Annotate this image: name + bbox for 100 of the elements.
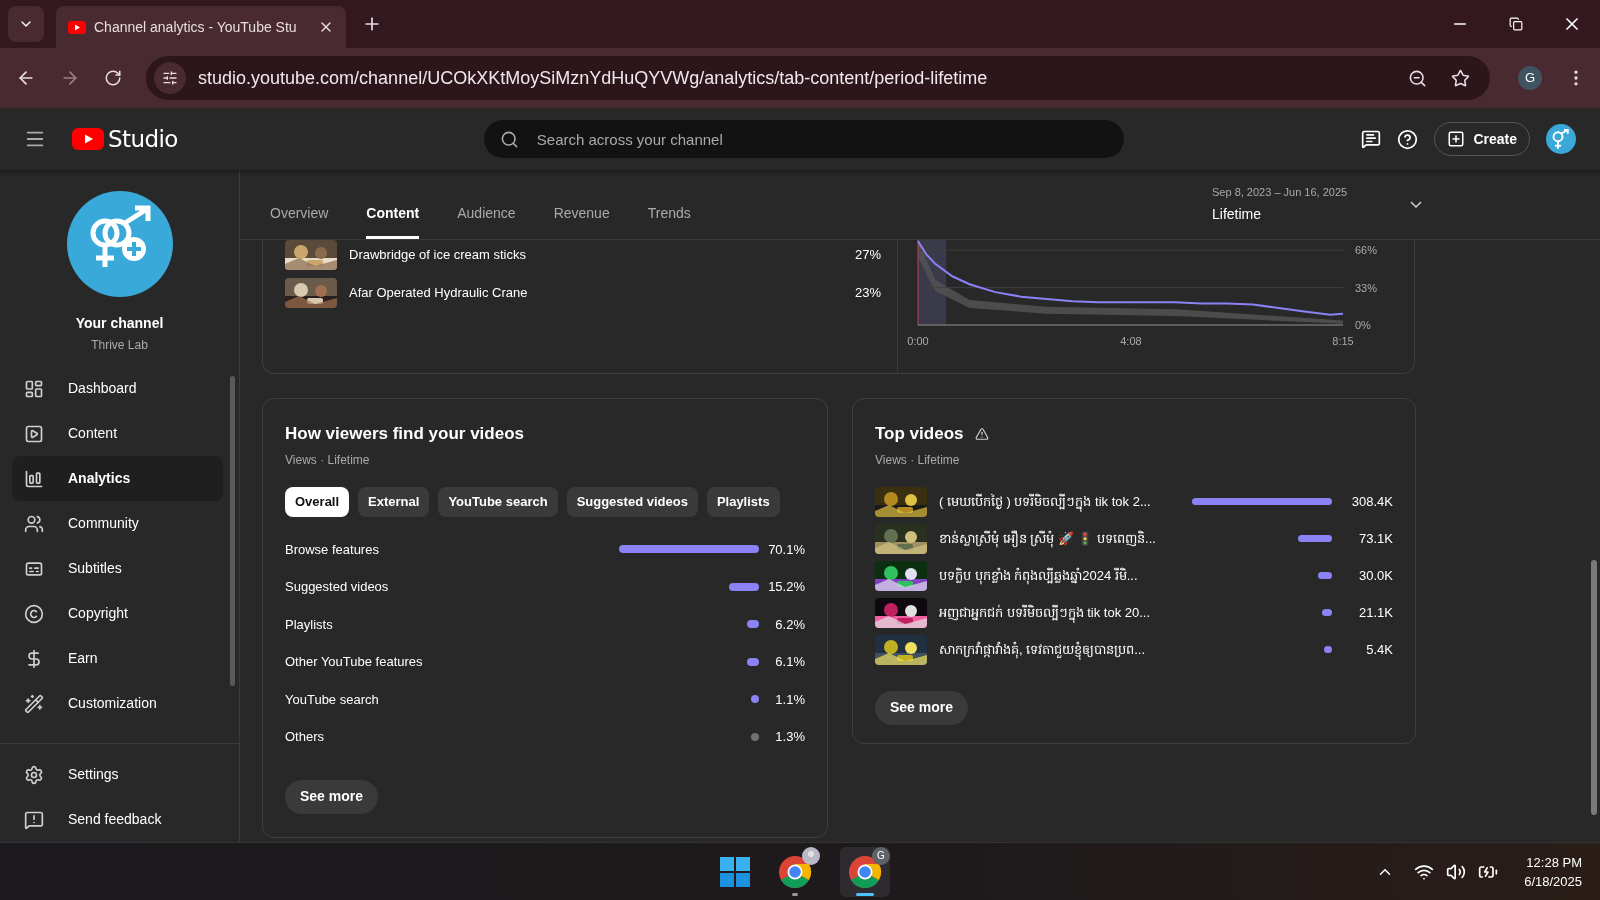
traffic-source-label: Playlists xyxy=(285,615,334,634)
play-icon xyxy=(24,423,44,444)
video-title[interactable]: អញជាអ្នកជក់ បទរីមិចល្បីៗក្នុង tik tok 20... xyxy=(939,602,1182,623)
x-tick-label: 0:00 xyxy=(907,335,929,347)
traffic-source-label: Other YouTube features xyxy=(285,653,424,671)
reload-icon[interactable] xyxy=(104,69,122,87)
bar-chart-icon xyxy=(24,468,44,489)
feedback-icon xyxy=(24,809,44,830)
channel-avatar[interactable] xyxy=(1546,124,1576,154)
warning-icon[interactable] xyxy=(975,426,990,441)
nav-item[interactable]: Customization xyxy=(12,681,223,726)
volume-icon[interactable] xyxy=(1446,861,1467,882)
bookmark-star-icon[interactable] xyxy=(1451,68,1470,88)
traffic-source-label: Others xyxy=(285,728,325,746)
views-bar xyxy=(1321,609,1332,616)
analytics-tab[interactable]: Trends xyxy=(647,203,691,239)
search-field[interactable]: Search across your channel xyxy=(483,120,1124,158)
x-tick-label: 4:08 xyxy=(1120,335,1142,347)
windows-start-icon[interactable] xyxy=(720,856,750,887)
views-bar xyxy=(1323,646,1332,653)
see-more-button[interactable]: See more xyxy=(285,779,379,814)
tab-search-button[interactable] xyxy=(8,6,44,42)
y-tick-label: 33% xyxy=(1355,281,1378,294)
video-title[interactable]: បទក្លិប បុកខ្លាំង កំពុងល្បីឆ្លងឆ្នាំ2024 រីមិ... xyxy=(939,565,1182,586)
dashboard-icon xyxy=(24,378,44,399)
profile-badge: G xyxy=(872,846,890,865)
date-range-text[interactable]: Sep 8, 2023 – Jun 16, 2025 xyxy=(1212,183,1410,201)
channel-avatar[interactable] xyxy=(66,191,173,297)
views-count: 5.4K xyxy=(1365,640,1393,659)
channel-label: Your channel xyxy=(75,314,164,333)
nav-item[interactable]: Content xyxy=(12,411,223,456)
views-count: 73.1K xyxy=(1358,529,1393,548)
browser-tab[interactable]: Channel analytics - YouTube Stu xyxy=(56,6,346,48)
views-count: 308.4K xyxy=(1350,492,1393,511)
search-icon xyxy=(499,130,519,149)
nav-item[interactable]: Copyright xyxy=(12,591,223,636)
share-value: 6.2% xyxy=(774,615,805,634)
views-bar xyxy=(1317,572,1332,579)
filter-chip[interactable]: External xyxy=(358,486,430,517)
period-text[interactable]: Lifetime xyxy=(1212,204,1410,226)
profile-avatar[interactable]: G xyxy=(1518,66,1542,90)
scrollbar[interactable] xyxy=(1591,560,1597,815)
scrollbar[interactable] xyxy=(230,376,235,686)
nav-item[interactable]: Dashboard xyxy=(12,366,223,411)
studio-logo-text: Studio xyxy=(108,124,178,154)
add-video-icon xyxy=(1447,130,1466,148)
filter-chip[interactable]: Overall xyxy=(285,486,350,517)
profile-badge-icon xyxy=(802,846,820,865)
card-subtitle: Views · Lifetime xyxy=(285,451,371,469)
video-title[interactable]: ( មេឃបើកថ្ងៃ ) បទរីមិចល្បីៗក្នុង tik tok 2... xyxy=(939,491,1180,512)
share-value: 70.1% xyxy=(767,540,805,559)
sliders-icon xyxy=(162,70,178,86)
chevron-down-icon[interactable] xyxy=(1410,201,1422,208)
comment-icon[interactable] xyxy=(1361,129,1382,149)
card-subtitle: Views · Lifetime xyxy=(875,451,961,469)
nav-item[interactable]: Settings xyxy=(12,752,239,797)
retention-share: 27% xyxy=(854,246,881,265)
filter-chip[interactable]: Playlists xyxy=(706,486,780,517)
nav-item[interactable]: Send feedback xyxy=(12,797,239,842)
analytics-tab[interactable]: Audience xyxy=(457,203,516,239)
views-count: 30.0K xyxy=(1358,566,1393,585)
clock[interactable]: 12:28 PM 6/18/2025 xyxy=(1524,852,1582,891)
help-icon[interactable] xyxy=(1397,128,1419,150)
video-title[interactable]: សាកក្រវាំផ្កាវាំងគុំ, ទេវតាជួយខ្ញុំឲ្យបានប្រព... xyxy=(939,639,1182,660)
card-title: How viewers find your videos xyxy=(285,423,525,445)
share-value: 1.1% xyxy=(774,690,805,709)
filter-chip[interactable]: YouTube search xyxy=(438,486,558,517)
card-title: Top videos xyxy=(875,423,964,445)
zoom-icon[interactable] xyxy=(1408,68,1427,88)
analytics-tab[interactable]: Overview xyxy=(270,203,329,239)
nav-item[interactable]: Subtitles xyxy=(12,546,223,591)
analytics-tab[interactable]: Content xyxy=(366,203,420,239)
see-more-button[interactable]: See more xyxy=(875,690,969,725)
channel-name: Thrive Lab xyxy=(91,337,148,354)
nav-item[interactable]: Community xyxy=(12,501,223,546)
video-title[interactable]: Afar Operated Hydraulic Crane xyxy=(349,283,843,303)
analytics-tab[interactable]: Revenue xyxy=(553,203,610,239)
restore-icon[interactable] xyxy=(1509,17,1523,31)
magic-wand-icon xyxy=(24,693,44,714)
filter-chip[interactable]: Suggested videos xyxy=(566,486,698,517)
site-info-button[interactable] xyxy=(154,62,186,94)
settings-icon xyxy=(24,764,44,785)
nav-item[interactable]: Analytics xyxy=(12,456,223,501)
nav-item[interactable]: Earn xyxy=(12,636,223,681)
traffic-source-label: YouTube search xyxy=(285,690,380,709)
share-value: 15.2% xyxy=(767,578,805,596)
copyright-icon xyxy=(24,603,44,624)
share-value: 6.1% xyxy=(774,653,805,671)
address-bar[interactable]: studio.youtube.com/channel/UCOkXKtMoySiMznYdHuQYVWg/analytics/tab-content/period-lifetime xyxy=(146,56,1490,100)
traffic-source-label: Suggested videos xyxy=(285,578,390,596)
video-title[interactable]: Drawbridge of ice cream sticks xyxy=(349,245,843,265)
views-bar xyxy=(1297,535,1332,542)
taskbar-app[interactable]: G xyxy=(840,846,890,897)
chrome-icon[interactable] xyxy=(778,854,812,889)
retention-share: 23% xyxy=(854,284,881,303)
video-title[interactable]: ខាន់ស្លាស្រីមុំ អឿន ស្រីមុំ 🚀 🚦 បទពេញនិ... xyxy=(939,528,1182,549)
youtube-logo-icon xyxy=(72,128,104,150)
y-tick-label: 0% xyxy=(1355,319,1371,331)
traffic-source-label: Browse features xyxy=(285,540,380,559)
views-count: 21.1K xyxy=(1358,603,1393,622)
